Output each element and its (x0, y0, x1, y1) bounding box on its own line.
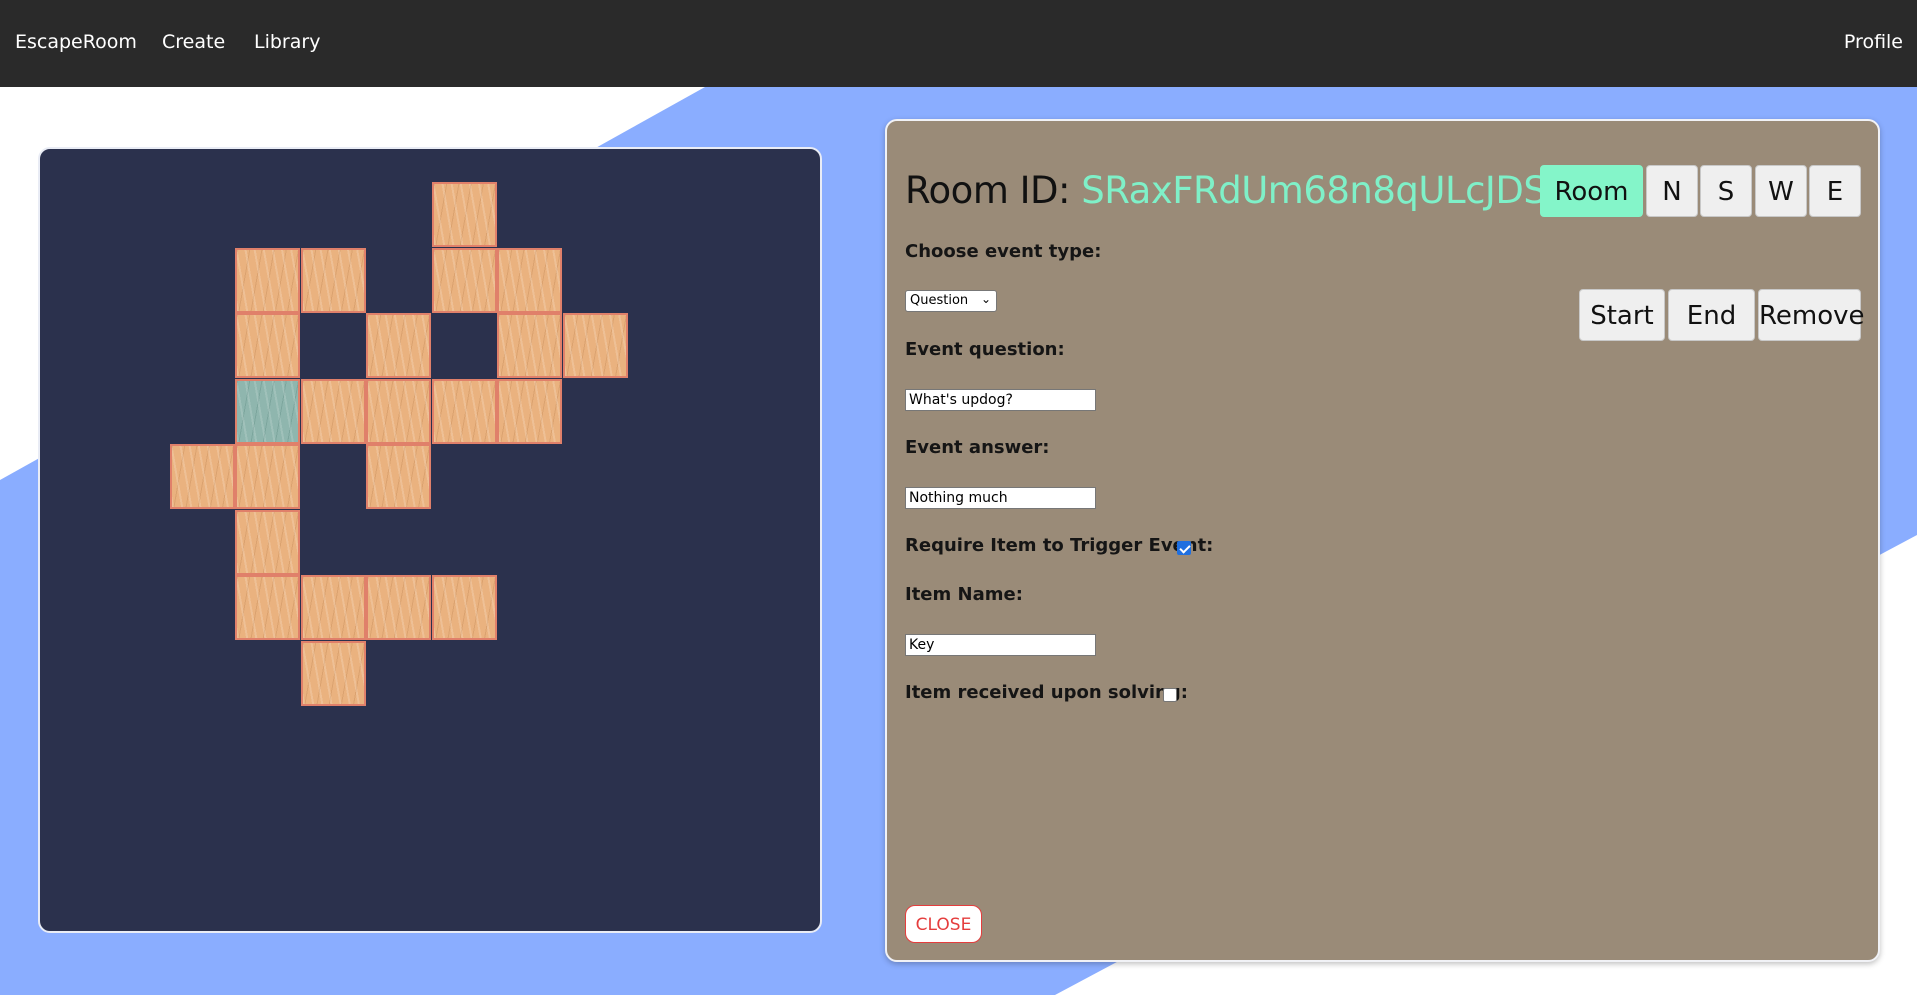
map-room-tile[interactable] (366, 444, 431, 509)
room-id-heading: Room ID: SRaxFRdUm68n8qULcJDSf (905, 169, 1559, 212)
map-room-tile[interactable] (497, 378, 562, 444)
north-direction-button[interactable]: N (1646, 165, 1698, 217)
event-question-input[interactable] (905, 389, 1096, 411)
room-direction-button[interactable]: Room (1540, 165, 1643, 217)
nav-profile-link[interactable]: Profile (1844, 31, 1903, 53)
room-map-panel (38, 147, 822, 933)
item-name-label: Item Name: (905, 584, 1023, 605)
map-room-tile[interactable] (366, 378, 431, 444)
west-direction-button[interactable]: W (1755, 165, 1807, 217)
event-answer-label: Event answer: (905, 437, 1050, 458)
map-room-tile[interactable] (169, 444, 235, 509)
map-room-tile[interactable] (235, 313, 300, 378)
event-question-label: Event question: (905, 339, 1065, 360)
map-room-tile[interactable] (366, 575, 431, 640)
chevron-down-icon: ⌄ (980, 292, 991, 306)
start-room-button[interactable]: Start (1579, 289, 1665, 341)
event-answer-input[interactable] (905, 487, 1096, 509)
nav-library-link[interactable]: Library (254, 31, 320, 53)
map-room-tile[interactable] (497, 313, 562, 378)
item-received-checkbox[interactable] (1163, 688, 1177, 702)
nav-create-link[interactable]: Create (162, 31, 225, 53)
map-room-tile[interactable] (431, 247, 497, 313)
south-direction-button[interactable]: S (1700, 165, 1752, 217)
room-id-value: SRaxFRdUm68n8qULcJDSf (1081, 169, 1559, 212)
item-received-label: Item received upon solving: (905, 682, 1188, 703)
nav-brand-link[interactable]: EscapeRoom (15, 31, 137, 53)
room-editor-panel: Room ID: SRaxFRdUm68n8qULcJDSf Room N S … (885, 119, 1880, 962)
top-navbar: EscapeRoom Create Library Profile (0, 0, 1917, 87)
map-room-tile[interactable] (235, 247, 300, 313)
map-room-tile[interactable] (431, 378, 497, 444)
close-button[interactable]: CLOSE (905, 905, 982, 943)
item-name-input[interactable] (905, 634, 1096, 656)
map-room-tile[interactable] (300, 378, 366, 444)
event-type-selected-value: Question (910, 293, 969, 308)
map-room-tile[interactable] (235, 509, 300, 575)
require-item-checkbox[interactable] (1177, 541, 1191, 555)
map-room-tile[interactable] (431, 182, 497, 247)
map-room-tile-selected[interactable] (235, 378, 300, 444)
map-room-tile[interactable] (366, 313, 431, 378)
map-room-tile[interactable] (235, 575, 300, 640)
end-room-button[interactable]: End (1668, 289, 1755, 341)
map-room-tile[interactable] (300, 575, 366, 640)
map-room-tile[interactable] (562, 313, 628, 378)
event-type-label: Choose event type: (905, 241, 1102, 262)
map-room-tile[interactable] (300, 247, 366, 313)
map-room-tile[interactable] (431, 575, 497, 640)
require-item-label: Require Item to Trigger Event: (905, 535, 1214, 556)
remove-room-button[interactable]: Remove (1758, 289, 1865, 341)
map-room-tile[interactable] (497, 247, 562, 313)
map-room-tile[interactable] (300, 640, 366, 706)
event-type-select[interactable]: Question ⌄ (905, 290, 997, 312)
east-direction-button[interactable]: E (1809, 165, 1861, 217)
room-id-label: Room ID: (905, 169, 1071, 212)
map-room-tile[interactable] (235, 444, 300, 509)
